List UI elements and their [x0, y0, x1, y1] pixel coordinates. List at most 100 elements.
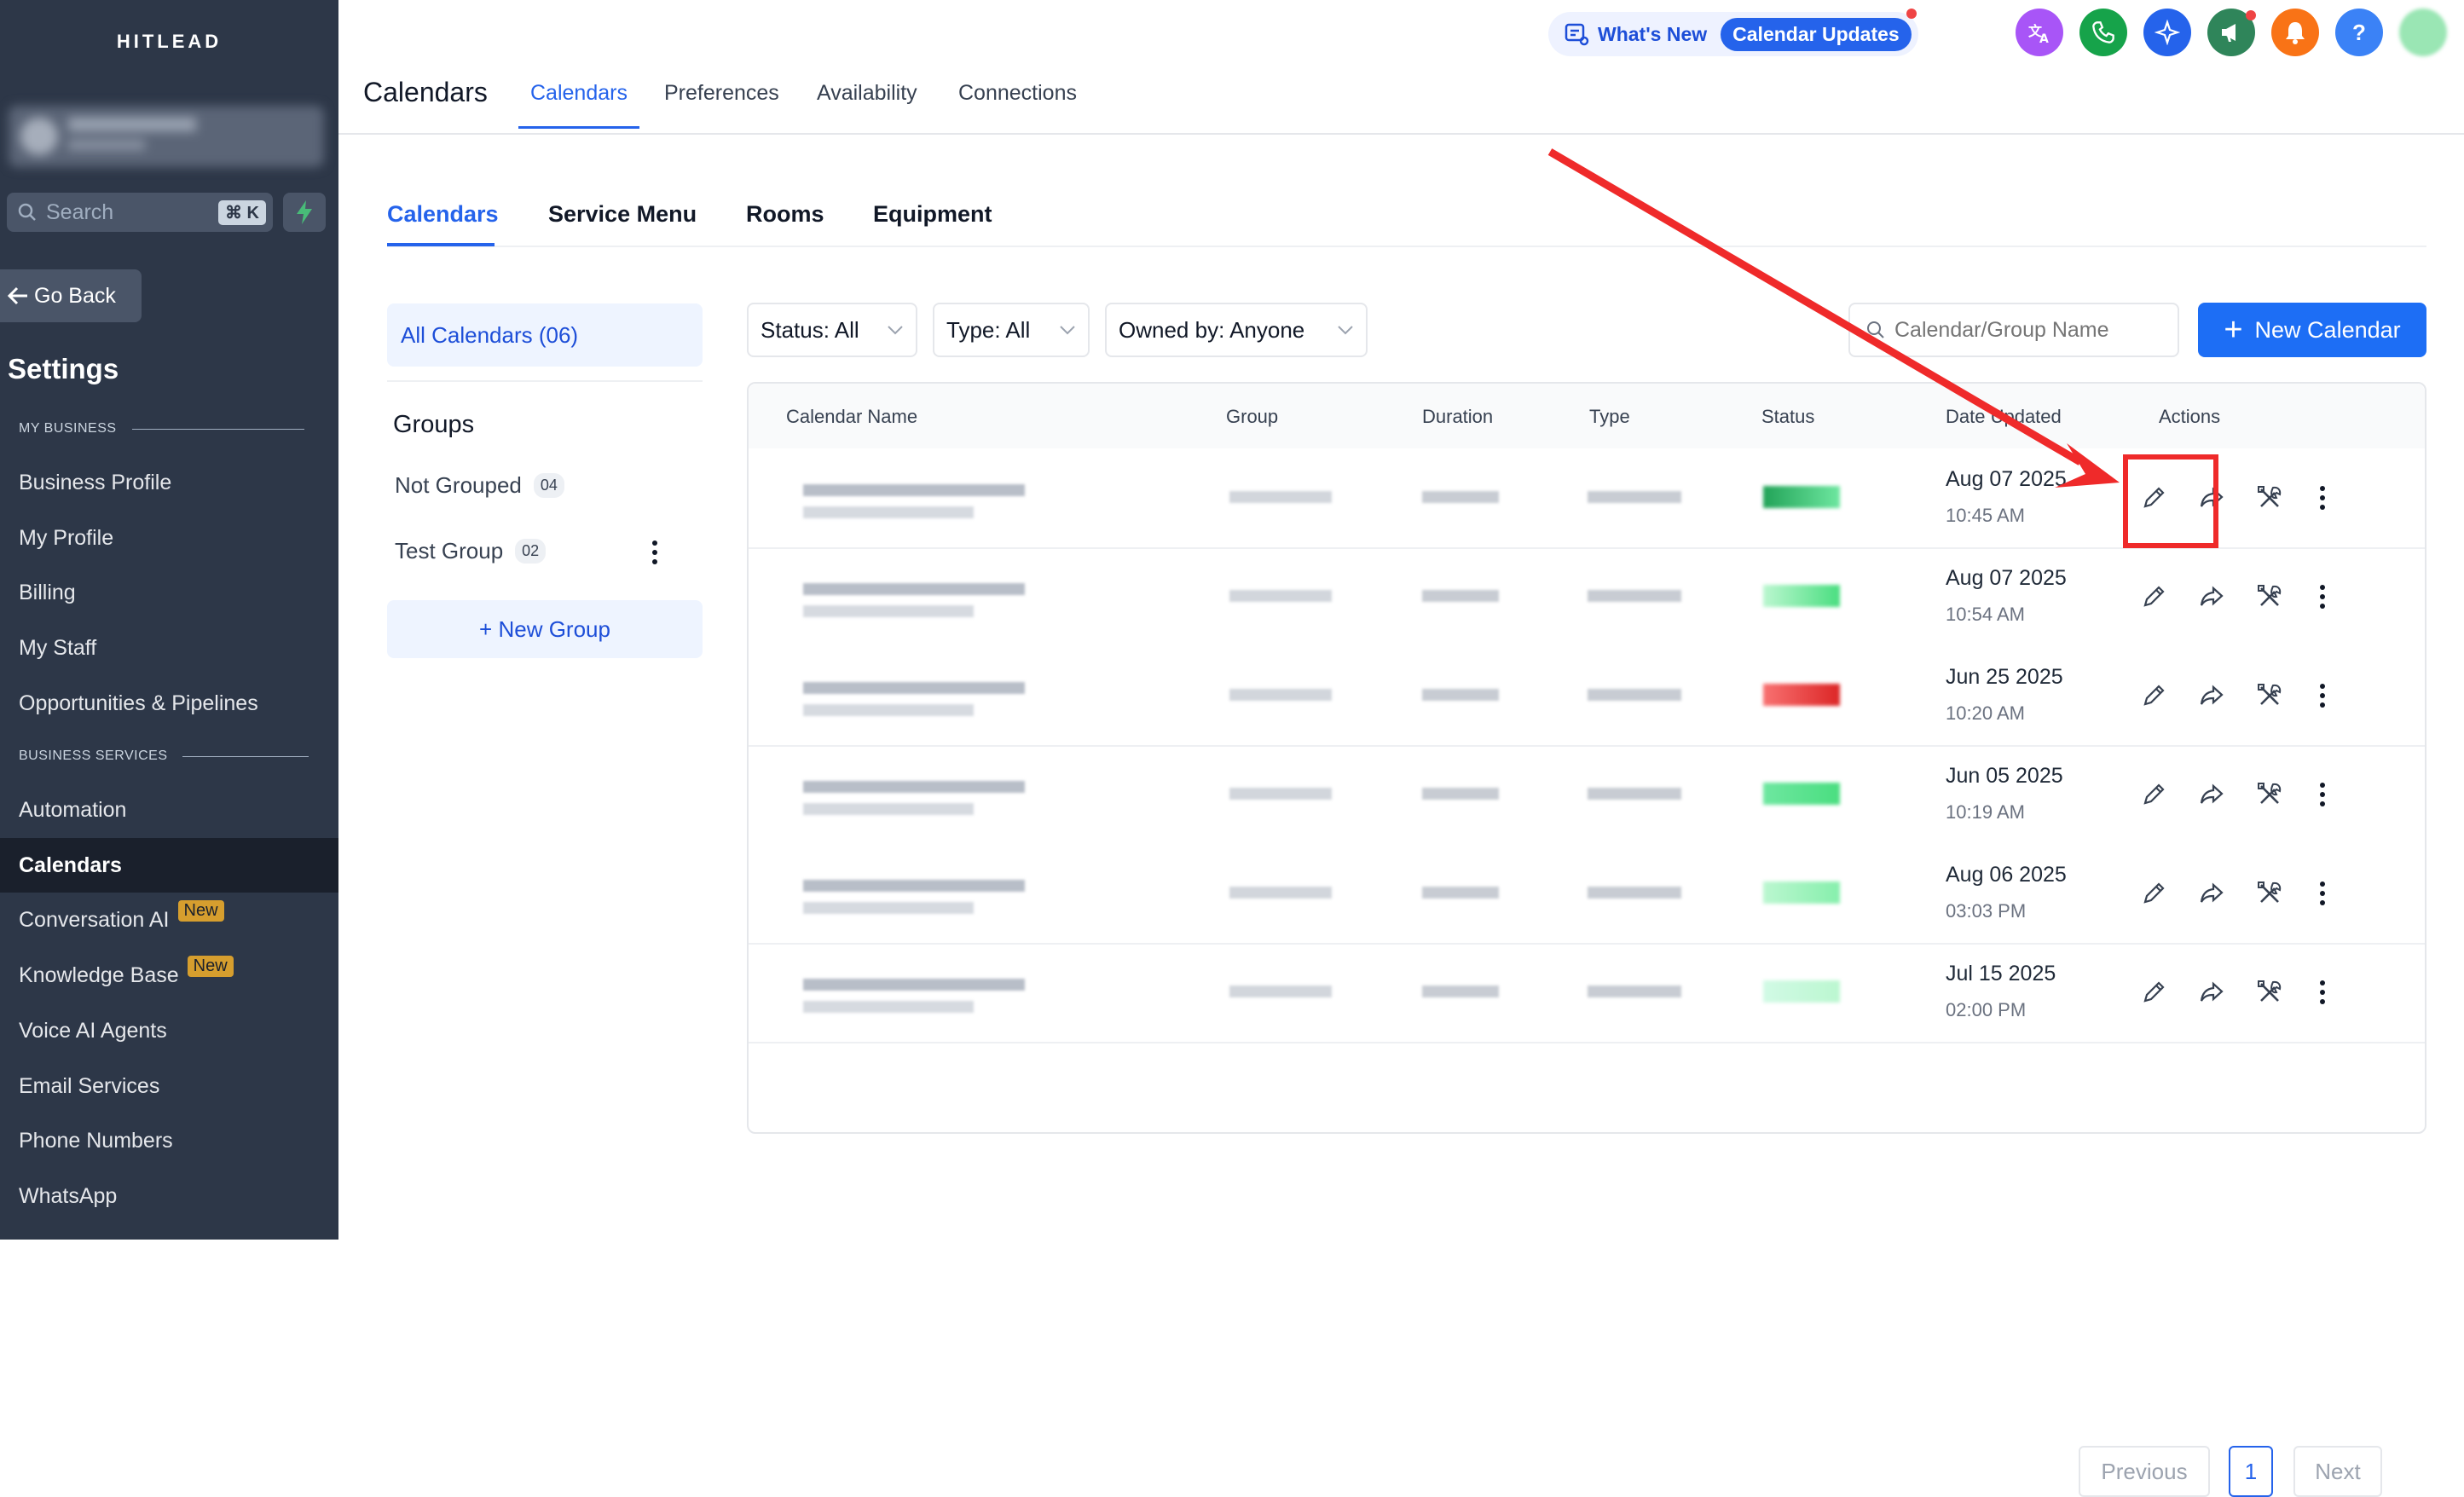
edit-icon[interactable] [2137, 975, 2171, 1009]
redacted-cell [1229, 689, 1332, 701]
redacted-cell [1229, 788, 1332, 800]
redacted-cell [803, 605, 974, 617]
sparkle-icon[interactable] [2143, 9, 2191, 56]
tools-icon[interactable] [2253, 481, 2287, 515]
tools-icon[interactable] [2253, 777, 2287, 812]
sidebar-search[interactable]: Search ⌘ K [7, 193, 273, 232]
more-vertical-icon[interactable] [2305, 679, 2340, 713]
go-back-label: Go Back [34, 283, 116, 308]
table-row[interactable]: Aug 06 2025 03:03 PM [749, 844, 2425, 945]
search-label: Search [46, 199, 114, 224]
share-icon[interactable] [2195, 975, 2229, 1009]
tab-connections[interactable]: Connections [958, 81, 1077, 106]
help-icon[interactable]: ? [2335, 9, 2383, 56]
account-switcher[interactable] [9, 106, 324, 167]
brand-logo: HITLEAD [116, 31, 223, 52]
more-vertical-icon[interactable] [2305, 876, 2340, 910]
status-filter[interactable]: Status: All [747, 303, 917, 357]
subtab-calendars[interactable]: Calendars [387, 201, 499, 228]
sidebar-item-whatsapp[interactable]: WhatsApp [0, 1169, 338, 1223]
sidebar-item-business-profile[interactable]: Business Profile [0, 455, 338, 510]
page-1-button[interactable]: 1 [2229, 1446, 2273, 1497]
redacted-cell [803, 682, 1025, 694]
sidebar-item-opportunities[interactable]: Opportunities & Pipelines [0, 676, 338, 731]
tab-calendars[interactable]: Calendars [530, 81, 628, 106]
all-calendars-filter[interactable]: All Calendars (06) [387, 303, 703, 367]
new-group-button[interactable]: + New Group [387, 600, 703, 658]
sidebar-item-knowledge-base[interactable]: Knowledge Base New [0, 948, 338, 1003]
sidebar-item-conversation-ai[interactable]: Conversation AI New [0, 893, 338, 947]
more-vertical-icon[interactable] [2305, 580, 2340, 614]
bell-icon[interactable] [2271, 9, 2319, 56]
table-row[interactable]: Jun 05 2025 10:19 AM [749, 745, 2425, 846]
more-vertical-icon[interactable] [2305, 975, 2340, 1009]
sidebar-item-my-profile[interactable]: My Profile [0, 511, 338, 565]
redacted-cell [1229, 590, 1332, 602]
sidebar-item-voice-ai-agents[interactable]: Voice AI Agents [0, 1003, 338, 1058]
updates-icon [1565, 23, 1589, 46]
redacted-cell [1422, 491, 1499, 503]
redacted-cell [803, 803, 974, 815]
sidebar-item-phone-numbers[interactable]: Phone Numbers [0, 1113, 338, 1168]
share-icon[interactable] [2195, 679, 2229, 713]
date-updated: Jun 05 2025 [1946, 764, 2063, 788]
sidebar-item-billing[interactable]: Billing [0, 565, 338, 620]
more-vertical-icon[interactable] [2305, 777, 2340, 812]
redacted-cell [1422, 788, 1499, 800]
share-icon[interactable] [2195, 777, 2229, 812]
translate-icon[interactable]: 文A [2016, 9, 2063, 56]
sidebar-item-automation[interactable]: Automation [0, 783, 338, 837]
table-row[interactable]: Jun 25 2025 10:20 AM [749, 646, 2425, 747]
go-back-button[interactable]: Go Back [0, 269, 142, 322]
chevron-down-icon [1338, 326, 1353, 335]
avatar[interactable] [2399, 9, 2447, 56]
redacted-cell [1422, 590, 1499, 602]
status-badge [1763, 783, 1840, 805]
tab-availability[interactable]: Availability [817, 81, 917, 106]
group-not-grouped[interactable]: Not Grouped 04 [395, 472, 564, 499]
owned-by-filter[interactable]: Owned by: Anyone [1105, 303, 1368, 357]
edit-icon[interactable] [2137, 679, 2171, 713]
redacted-cell [803, 506, 974, 518]
subtab-service-menu[interactable]: Service Menu [548, 201, 697, 228]
table-row[interactable]: Aug 07 2025 10:54 AM [749, 547, 2425, 648]
status-badge [1763, 684, 1840, 706]
share-icon[interactable] [2195, 876, 2229, 910]
quick-action-button[interactable] [283, 193, 326, 232]
sidebar-item-calendars[interactable]: Calendars [0, 838, 338, 893]
more-vertical-icon[interactable] [2305, 481, 2340, 515]
redacted-cell [803, 781, 1025, 793]
date-updated: Jul 15 2025 [1946, 962, 2056, 985]
group-more-icon[interactable] [648, 539, 662, 566]
sidebar-item-email-services[interactable]: Email Services [0, 1059, 338, 1113]
share-icon[interactable] [2195, 580, 2229, 614]
redacted-cell [1588, 985, 1681, 997]
previous-page-button[interactable]: Previous [2079, 1446, 2210, 1497]
edit-icon[interactable] [2137, 580, 2171, 614]
type-filter[interactable]: Type: All [933, 303, 1090, 357]
new-calendar-button[interactable]: + New Calendar [2198, 303, 2426, 357]
tools-icon[interactable] [2253, 679, 2287, 713]
phone-icon[interactable] [2079, 9, 2127, 56]
edit-icon[interactable] [2137, 777, 2171, 812]
table-row[interactable]: Jul 15 2025 02:00 PM [749, 943, 2425, 1043]
subtab-equipment[interactable]: Equipment [873, 201, 992, 228]
new-badge: New [177, 899, 224, 922]
calendar-search-input[interactable] [1893, 316, 2178, 344]
tools-icon[interactable] [2253, 876, 2287, 910]
date-updated: Aug 07 2025 [1946, 566, 2067, 590]
next-page-button[interactable]: Next [2293, 1446, 2382, 1497]
tools-icon[interactable] [2253, 580, 2287, 614]
groups-heading: Groups [393, 411, 475, 438]
subtab-rooms[interactable]: Rooms [746, 201, 824, 228]
edit-icon[interactable] [2137, 876, 2171, 910]
column-type: Type [1589, 406, 1630, 427]
tools-icon[interactable] [2253, 975, 2287, 1009]
group-test-group[interactable]: Test Group 02 [395, 538, 547, 564]
tab-preferences[interactable]: Preferences [664, 81, 779, 106]
whats-new-banner[interactable]: What's New Calendar Updates [1548, 12, 1918, 56]
active-tab-indicator [518, 126, 639, 129]
sidebar-item-my-staff[interactable]: My Staff [0, 621, 338, 675]
calendar-updates-pill[interactable]: Calendar Updates [1721, 17, 1912, 51]
calendar-search[interactable] [1848, 303, 2179, 357]
